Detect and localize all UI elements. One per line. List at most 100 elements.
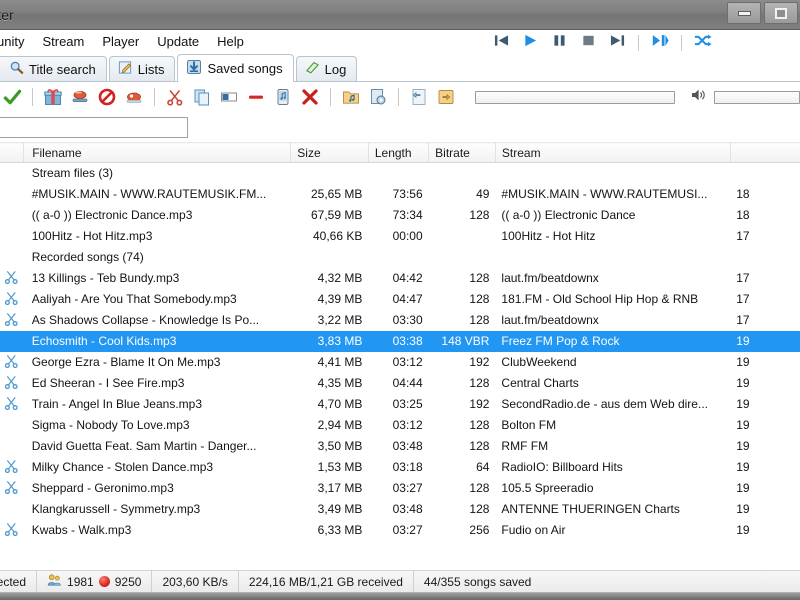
file-settings-icon[interactable] <box>366 85 390 109</box>
cell-length: 03:12 <box>368 352 428 373</box>
pause-button[interactable] <box>551 33 568 53</box>
table-row[interactable]: Kwabs - Walk.mp36,33 MB03:27256Fudio on … <box>0 520 800 541</box>
table-row[interactable]: 13 Killings - Teb Bundy.mp34,32 MB04:421… <box>0 268 800 289</box>
header-bitrate[interactable]: Bitrate <box>429 143 496 163</box>
minimize-button[interactable] <box>727 2 761 24</box>
table-row[interactable]: Train - Angel In Blue Jeans.mp34,70 MB03… <box>0 394 800 415</box>
table-row[interactable]: Aaliyah - Are You That Somebody.mp34,39 … <box>0 289 800 310</box>
cell-bitrate: 256 <box>429 520 496 541</box>
maximize-button[interactable] <box>764 2 798 24</box>
cell-filename: David Guetta Feat. Sam Martin - Danger..… <box>24 436 291 457</box>
cell-date: 19 <box>730 331 800 352</box>
header-date[interactable] <box>730 143 800 163</box>
next-button[interactable] <box>609 33 626 53</box>
cell-size: 4,32 MB <box>291 268 369 289</box>
table-row[interactable]: Sigma - Nobody To Love.mp32,94 MB03:1212… <box>0 415 800 436</box>
cell-length: 73:34 <box>368 205 428 226</box>
stop-button[interactable] <box>580 33 597 53</box>
table-row[interactable]: Milky Chance - Stolen Dance.mp31,53 MB03… <box>0 457 800 478</box>
table-row[interactable]: As Shadows Collapse - Knowledge Is Po...… <box>0 310 800 331</box>
play-button[interactable] <box>522 33 539 53</box>
table-row[interactable]: Echosmith - Cool Kids.mp33,83 MB03:38148… <box>0 331 800 352</box>
tab-title-search[interactable]: Title search <box>0 56 107 81</box>
remove-icon[interactable] <box>244 85 268 109</box>
stream-tune-icon[interactable] <box>122 85 146 109</box>
maximize-icon <box>775 8 787 19</box>
cell-stream: Fudio on Air <box>495 520 730 541</box>
tab-label: Lists <box>138 62 165 77</box>
tab-log[interactable]: Log <box>296 56 358 81</box>
table-row[interactable]: Ed Sheeran - I See Fire.mp34,35 MB04:441… <box>0 373 800 394</box>
cell-stream: RadioIO: Billboard Hits <box>495 457 730 478</box>
table-row[interactable]: 100Hitz - Hot Hitz.mp340,66 KB00:00100Hi… <box>0 226 800 247</box>
cell-filename: 100Hitz - Hot Hitz.mp3 <box>24 226 291 247</box>
cut-icon <box>0 184 24 205</box>
status-speed: 203,60 KB/s <box>152 571 238 593</box>
cut-icon[interactable] <box>163 85 187 109</box>
rename-icon[interactable] <box>217 85 241 109</box>
cell-date: 18 <box>730 205 800 226</box>
search-icon <box>9 60 24 78</box>
cell-size: 3,50 MB <box>291 436 369 457</box>
menu-item-player[interactable]: Player <box>93 32 148 51</box>
header-size[interactable]: Size <box>291 143 369 163</box>
cell-size: 4,41 MB <box>291 352 369 373</box>
volume-slider[interactable] <box>714 91 800 104</box>
cell-filename: Milky Chance - Stolen Dance.mp3 <box>24 457 291 478</box>
block-icon[interactable] <box>95 85 119 109</box>
header-filename[interactable]: Filename <box>24 143 291 163</box>
search-input[interactable] <box>0 117 188 138</box>
cell-length: 03:38 <box>368 331 428 352</box>
cell-length: 03:48 <box>368 436 428 457</box>
table-group-row[interactable]: Stream files (3) <box>0 163 800 184</box>
menu-item-help[interactable]: Help <box>208 32 253 51</box>
import-icon[interactable] <box>407 85 431 109</box>
cut-icon <box>0 205 24 226</box>
header-stream[interactable]: Stream <box>495 143 730 163</box>
stream-add-icon[interactable] <box>68 85 92 109</box>
header-icon-column[interactable] <box>0 143 24 163</box>
gift-icon[interactable] <box>41 85 65 109</box>
speaker-icon <box>691 88 707 107</box>
table-row[interactable]: Klangkarussell - Symmetry.mp33,49 MB03:4… <box>0 499 800 520</box>
device-icon[interactable] <box>271 85 295 109</box>
shuffle-button[interactable] <box>694 33 712 53</box>
export-icon[interactable] <box>434 85 458 109</box>
tab-saved-songs[interactable]: Saved songs <box>177 54 293 81</box>
menu-item-update[interactable]: Update <box>148 32 208 51</box>
table-row[interactable]: #MUSIK.MAIN - WWW.RAUTEMUSIK.FM...25,65 … <box>0 184 800 205</box>
table-row[interactable]: Sheppard - Geronimo.mp33,17 MB03:2712810… <box>0 478 800 499</box>
status-songs-saved: 44/355 songs saved <box>414 571 541 593</box>
menu-item-community[interactable]: unity <box>0 32 33 51</box>
delete-icon[interactable] <box>298 85 322 109</box>
check-icon[interactable] <box>0 85 24 109</box>
cell-date: 19 <box>730 520 800 541</box>
cell-stream: ClubWeekend <box>495 352 730 373</box>
cell-size: 25,65 MB <box>291 184 369 205</box>
tab-lists[interactable]: Lists <box>109 56 176 81</box>
previous-button[interactable] <box>493 33 510 53</box>
cut-icon <box>0 289 24 310</box>
cell-date: 17 <box>730 310 800 331</box>
cell-filename: Train - Angel In Blue Jeans.mp3 <box>24 394 291 415</box>
minimize-icon <box>738 11 751 16</box>
cell-filename: George Ezra - Blame It On Me.mp3 <box>24 352 291 373</box>
copy-icon[interactable] <box>190 85 214 109</box>
cell-length: 04:42 <box>368 268 428 289</box>
table-group-row[interactable]: Recorded songs (74) <box>0 247 800 268</box>
table-row[interactable]: David Guetta Feat. Sam Martin - Danger..… <box>0 436 800 457</box>
header-length[interactable]: Length <box>368 143 428 163</box>
menu-item-stream[interactable]: Stream <box>33 32 93 51</box>
folder-music-icon[interactable] <box>339 85 363 109</box>
table-row[interactable]: George Ezra - Blame It On Me.mp34,41 MB0… <box>0 352 800 373</box>
saved-songs-grid[interactable]: Filename Size Length Bitrate Stream Stre… <box>0 142 800 570</box>
play-next-button[interactable] <box>651 33 669 53</box>
cut-icon <box>0 436 24 457</box>
cut-icon <box>0 226 24 247</box>
songs-saved-label: 44/355 songs saved <box>424 575 531 589</box>
cell-size: 67,59 MB <box>291 205 369 226</box>
table-row[interactable]: (( a-0 )) Electronic Dance.mp367,59 MB73… <box>0 205 800 226</box>
cut-icon <box>0 352 24 373</box>
seek-slider[interactable] <box>475 91 675 104</box>
status-received: 224,16 MB/1,21 GB received <box>239 571 414 593</box>
